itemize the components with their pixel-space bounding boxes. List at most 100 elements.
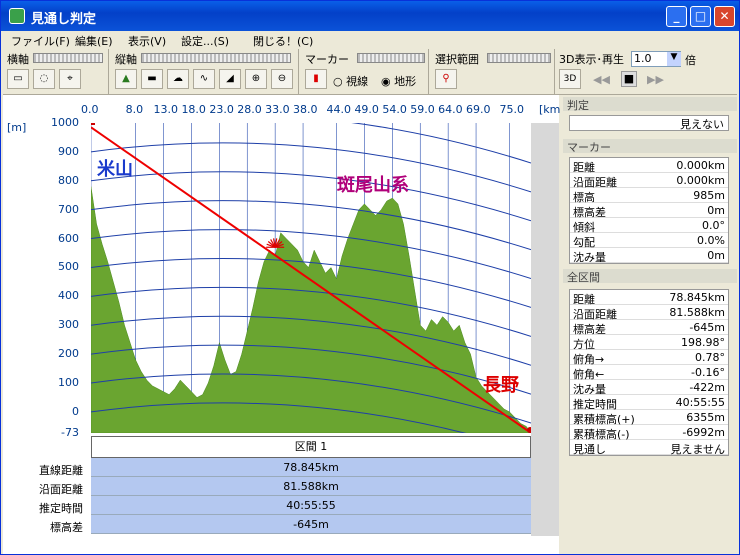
profile-chart[interactable]: 米山 斑尾山系 長野	[91, 123, 531, 433]
y-tick-label: 600	[58, 231, 79, 245]
cloud-icon[interactable]: ☁	[167, 69, 189, 89]
y-tick-label: 100	[58, 376, 79, 390]
rewind-icon[interactable]: ◀◀	[593, 73, 610, 86]
menu-edit[interactable]: 編集(E)	[75, 33, 113, 49]
stat-label-3: 標高差	[50, 521, 83, 534]
row-value: 40:55:55	[675, 396, 725, 409]
y-tick-label: 700	[58, 202, 79, 216]
x-tick-label: 44.0	[326, 103, 352, 116]
row-value: 0.000km	[676, 174, 725, 187]
menu-view[interactable]: 表示(V)	[128, 33, 166, 49]
stat-value-3: -645m	[91, 515, 531, 534]
table-row: 傾斜 0.0°	[570, 218, 728, 234]
stop-icon[interactable]: ■	[621, 71, 637, 87]
marker-table: 距離 0.000km 沿面距離 0.000km 標高 985m 標高差 0m 傾斜 0.0° 勾配 0…	[569, 157, 729, 264]
play-label: 3D表示･再生	[559, 53, 624, 66]
table-row: 勾配 0.0%	[570, 233, 728, 249]
range-label: 選択範囲	[435, 53, 479, 66]
y-tick-label: 500	[58, 260, 79, 274]
play-icon[interactable]: ▶▶	[647, 73, 664, 86]
x-tick-label: 13.0	[153, 103, 179, 116]
y-unit: [m]	[7, 121, 27, 134]
table-row: 沈み量 0m	[570, 248, 728, 264]
distance-icon[interactable]: ⌖	[59, 69, 81, 89]
x-tick-label: 75.0	[499, 103, 525, 116]
x-tick-label: 23.0	[209, 103, 234, 116]
row-value: 198.98°	[681, 336, 725, 349]
row-value: 見えません	[670, 443, 725, 456]
time-icon[interactable]: ◌	[33, 69, 55, 89]
row-value: 0.0%	[697, 234, 725, 247]
all-header: 全区間	[563, 269, 737, 284]
vertical-axis-label: 縦軸	[115, 53, 137, 66]
x-tick-label: 33.0	[265, 103, 290, 116]
range-slider[interactable]	[487, 53, 551, 63]
table-row: 沿面距離 0.000km	[570, 173, 728, 189]
marker-pin-icon[interactable]: ▮	[305, 69, 327, 89]
row-value: -422m	[689, 381, 725, 394]
row-key: 見通し	[573, 443, 606, 456]
zoom-icon[interactable]: ⊕	[245, 69, 267, 89]
y-tick-label: 800	[58, 173, 79, 187]
range-group: 選択範囲 ⚲	[431, 49, 555, 95]
marker-group: マーカー ▮ ○ 視線 ◉ 地形	[301, 49, 429, 95]
marker-header: マーカー	[563, 139, 737, 154]
radio-terrain[interactable]: ◉ 地形	[381, 73, 416, 89]
stat-label-2: 推定時間	[39, 502, 83, 515]
range-select-icon[interactable]: ⚲	[435, 69, 457, 89]
row-value: 78.845km	[669, 291, 725, 304]
label-mid: 斑尾山系	[337, 175, 409, 196]
vertical-scrollbar[interactable]	[531, 123, 559, 536]
slope-icon[interactable]: ◢	[219, 69, 241, 89]
all-table: 距離 78.845km 沿面距離 81.588km 標高差 -645m 方位 198.98° 俯…	[569, 289, 729, 456]
app-window: 見通し判定 _ □ ✕ ファイル(F) 編集(E) 表示(V) 設定...(S)…	[0, 0, 740, 555]
mountain-icon[interactable]: ▲	[115, 69, 137, 89]
vertical-axis-slider[interactable]	[141, 53, 291, 63]
menu-close[interactable]: 閉じる！(C)	[253, 33, 313, 49]
toolbar: 横軸 ▭ ◌ ⌖ 縦軸 ▲ ▬ ☁ ∿ ◢ ⊕ ⊖ マーカー ▮ ○ 視線 ◉ …	[3, 49, 737, 95]
y-tick-label: 400	[58, 289, 79, 303]
x-tick-label: 0.0	[81, 103, 99, 116]
row-value: 0.78°	[695, 351, 725, 364]
btn-3d[interactable]: 3D	[559, 69, 581, 89]
zoom-out-icon[interactable]: ⊖	[271, 69, 293, 89]
x-tick-label: 8.0	[125, 103, 144, 116]
menu-bar: ファイル(F) 編集(E) 表示(V) 設定...(S) 閉じる！(C)	[3, 31, 737, 49]
row-value: -0.16°	[691, 366, 725, 379]
close-button[interactable]: ✕	[714, 6, 735, 27]
row-value: 0.000km	[676, 159, 725, 172]
wave-icon[interactable]: ∿	[193, 69, 215, 89]
horizontal-axis-slider[interactable]	[33, 53, 103, 63]
stat-value-1: 81.588km	[91, 477, 531, 496]
x-tick-label: 28.0	[237, 103, 262, 116]
app-icon	[9, 8, 25, 24]
maximize-button[interactable]: □	[690, 6, 711, 27]
radio-sight-label: 視線	[346, 75, 369, 88]
x-tick-label: 38.0	[293, 103, 318, 116]
menu-file[interactable]: ファイル(F)	[11, 33, 70, 49]
y-tick-label: 1000	[51, 116, 79, 129]
minimize-button[interactable]: _	[666, 6, 687, 27]
chevron-down-icon[interactable]: ▼	[667, 52, 681, 66]
label-start: 米山	[97, 158, 133, 180]
table-row: 標高差 0m	[570, 203, 728, 219]
marker-slider[interactable]	[357, 53, 425, 63]
radio-sight[interactable]: ○ 視線	[333, 73, 368, 89]
stat-value-2: 40:55:55	[91, 496, 531, 515]
x-tick-label: 49.0	[354, 103, 379, 116]
menu-settings[interactable]: 設定...(S)	[181, 33, 229, 49]
table-row: 方位 198.98°	[570, 335, 728, 351]
stat-value-0: 78.845km	[91, 458, 531, 477]
x-tick-label: 64.0	[438, 103, 463, 116]
row-value: -645m	[689, 321, 725, 334]
table-row: 累積標高(-) -6992m	[570, 425, 728, 441]
radio-terrain-label: 地形	[394, 75, 417, 88]
table-row: 標高 985m	[570, 188, 728, 204]
x-tick-label: 59.0	[410, 103, 435, 116]
play-group: 3D表示･再生 1.0 ▼ 倍 3D ◀◀ ■ ▶▶	[557, 49, 737, 95]
x-tick-label: 54.0	[382, 103, 407, 116]
ruler-icon[interactable]: ▭	[7, 69, 29, 89]
table-row: 距離 0.000km	[570, 158, 728, 174]
y-tick-label: 0	[72, 404, 79, 418]
flat-icon[interactable]: ▬	[141, 69, 163, 89]
